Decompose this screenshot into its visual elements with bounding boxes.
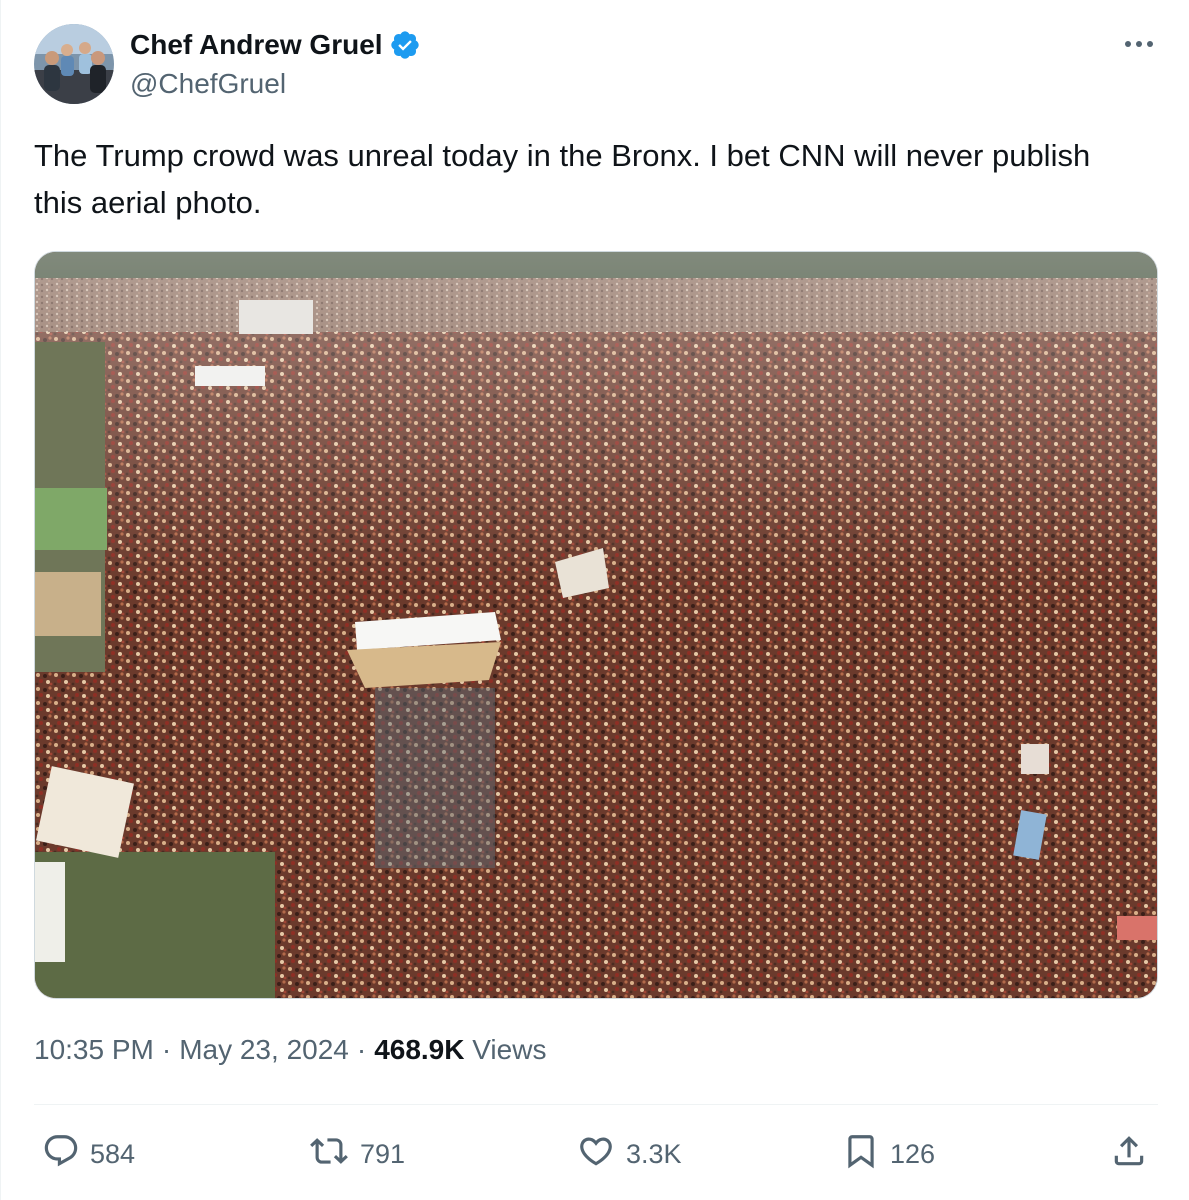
tweet-card: Chef Andrew Gruel @ChefGruel The Trump c… — [0, 0, 1189, 1200]
like-button[interactable]: 3.3K — [576, 1128, 682, 1180]
meta-separator: · — [356, 1034, 367, 1065]
bookmark-count: 126 — [890, 1138, 936, 1169]
action-bar: 584 791 3.3K 126 — [34, 1128, 1158, 1180]
reply-button[interactable]: 584 — [42, 1128, 135, 1180]
tweet-time[interactable]: 10:35 PM — [34, 1034, 154, 1065]
like-count: 3.3K — [626, 1138, 682, 1169]
retweet-icon — [308, 1132, 350, 1177]
share-button[interactable] — [1110, 1128, 1148, 1180]
meta-separator: · — [161, 1034, 172, 1065]
reply-count: 584 — [90, 1138, 136, 1169]
avatar[interactable] — [34, 24, 114, 104]
verified-badge-icon[interactable] — [389, 29, 421, 61]
views-count[interactable]: 468.9K — [374, 1034, 464, 1065]
name-row: Chef Andrew Gruel — [130, 26, 421, 64]
tweet-photo[interactable] — [34, 251, 1158, 999]
views-label: Views — [472, 1034, 547, 1065]
retweet-count: 791 — [360, 1138, 406, 1169]
share-icon — [1110, 1132, 1148, 1177]
tweet-meta: 10:35 PM · May 23, 2024 · 468.9K Views — [34, 1034, 546, 1066]
reply-icon — [42, 1132, 80, 1177]
author-handle[interactable]: @ChefGruel — [130, 68, 421, 100]
author-info: Chef Andrew Gruel @ChefGruel — [130, 24, 421, 100]
divider — [34, 1104, 1158, 1105]
tweet-text: The Trump crowd was unreal today in the … — [34, 138, 1091, 220]
more-options-icon[interactable] — [1121, 30, 1157, 58]
tweet-header: Chef Andrew Gruel @ChefGruel — [34, 24, 421, 104]
bookmark-button[interactable]: 126 — [842, 1128, 935, 1180]
bookmark-icon — [842, 1132, 880, 1177]
author-display-name[interactable]: Chef Andrew Gruel — [130, 29, 383, 61]
retweet-button[interactable]: 791 — [308, 1128, 405, 1180]
heart-icon — [576, 1132, 616, 1177]
tweet-date[interactable]: May 23, 2024 — [179, 1034, 349, 1065]
